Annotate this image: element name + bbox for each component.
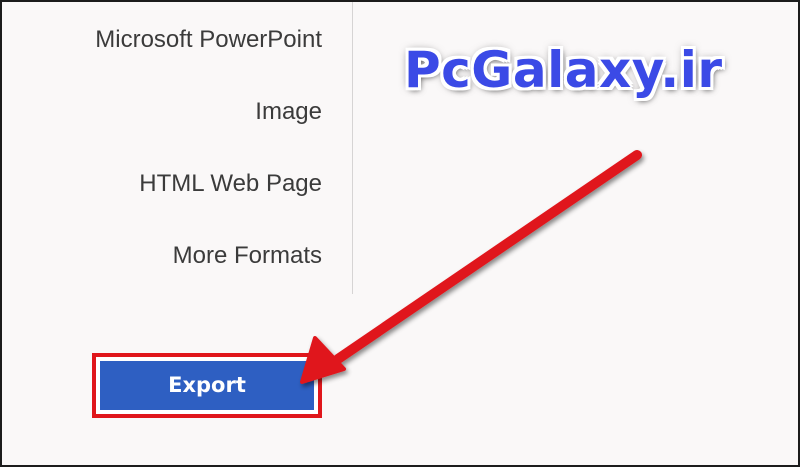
screenshot-frame: Microsoft PowerPoint Image HTML Web Page… (0, 0, 800, 467)
red-arrow-icon (300, 150, 642, 384)
